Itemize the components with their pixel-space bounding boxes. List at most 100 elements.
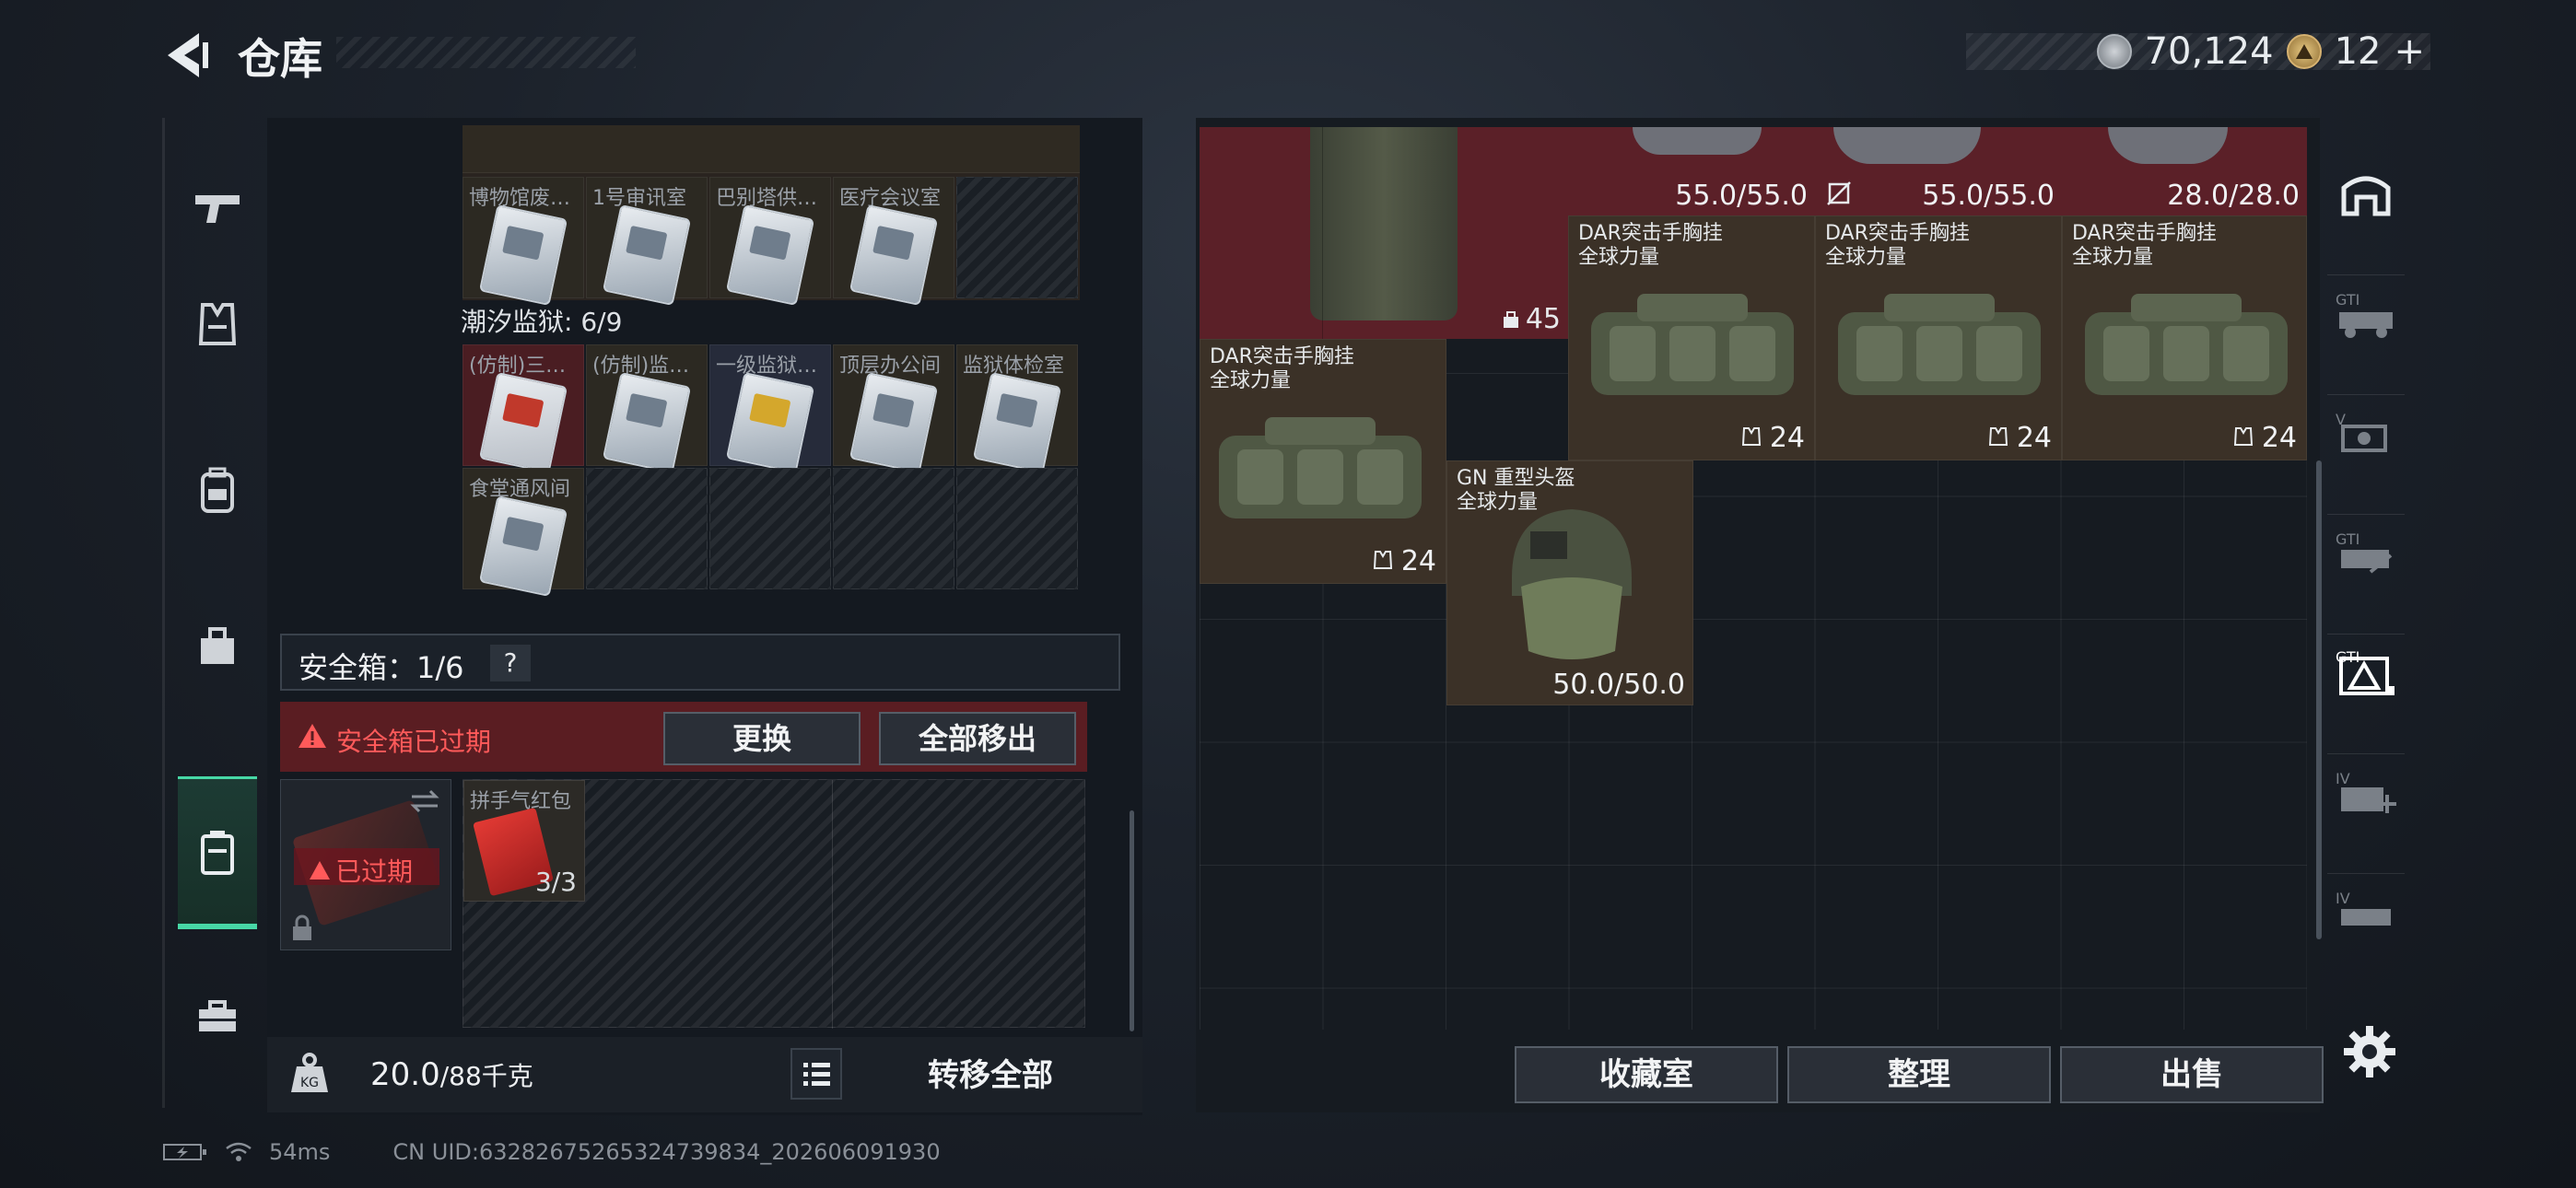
card-label: 监狱体检室	[963, 355, 1065, 378]
page-title: 仓库	[238, 34, 322, 84]
nav-storage-7[interactable]: IV	[2327, 873, 2405, 950]
nav-storage-4[interactable]: GTI	[2327, 514, 2405, 591]
top-item-2[interactable]: 55.0/55.0	[1815, 127, 2062, 215]
helmet-icon	[1512, 509, 1632, 659]
keycard-slot[interactable]: 顶层办公间	[833, 344, 954, 474]
vest-small-icon	[2234, 427, 2254, 446]
move-all-out-button[interactable]: 全部移出	[879, 712, 1076, 765]
chest-rig-icon	[1591, 294, 1794, 395]
expired-badge-text: 已过期	[335, 856, 414, 887]
red-envelope-item[interactable]: 拼手气红包 3/3	[463, 780, 585, 902]
card-label: (仿制)监…	[592, 355, 690, 378]
nav-storage-5-active[interactable]: GTI	[2327, 634, 2405, 711]
coin-icon	[2096, 34, 2132, 69]
pistol-icon	[195, 195, 240, 223]
keycard-icon	[602, 371, 692, 474]
bag-small-icon	[1503, 310, 1518, 328]
triangle-coin-icon	[2286, 34, 2322, 69]
gn-heavy-helmet-item[interactable]: GN 重型头盔 全球力量 50.0/50.0	[1446, 460, 1693, 705]
right-scrollbar[interactable]	[2316, 460, 2322, 939]
svg-text:IV: IV	[2336, 770, 2350, 787]
clipped-row	[463, 125, 1080, 173]
arrange-button[interactable]: 整理	[1787, 1046, 2051, 1103]
ping-value: 54ms	[269, 1139, 331, 1165]
nav-home[interactable]	[2327, 155, 2405, 232]
weight-value: 20.0	[370, 1056, 440, 1093]
weight-capacity: /88千克	[439, 1061, 533, 1091]
keycard-slot[interactable]: 食堂通风间	[463, 468, 584, 598]
dar-chest-rig-item[interactable]: DAR突击手胸挂 全球力量 24	[2062, 215, 2307, 460]
safebox-item[interactable]: 已过期	[280, 779, 451, 950]
list-icon	[803, 1063, 830, 1086]
item-count: 24	[2234, 422, 2297, 454]
card-label: 食堂通风间	[469, 478, 571, 501]
add-currency-button[interactable]: +	[2394, 30, 2425, 73]
card-label: 顶层办公间	[839, 355, 942, 378]
item-durability: 50.0/50.0	[1552, 669, 1685, 701]
keycard-slot[interactable]: (仿制)监…	[586, 344, 708, 474]
currency2-value: 12	[2334, 30, 2382, 73]
sell-button[interactable]: 出售	[2060, 1046, 2324, 1103]
keycard-slot[interactable]: 1号审讯室	[586, 177, 708, 307]
nav-toolbox[interactable]	[178, 969, 257, 1065]
help-button[interactable]: ?	[490, 645, 531, 681]
item-name: DAR突击手胸挂 全球力量	[1825, 222, 1970, 269]
item-name: DAR突击手胸挂 全球力量	[2072, 222, 2217, 269]
card-label: (仿制)三…	[469, 355, 567, 378]
vest-small-icon	[1742, 427, 1762, 446]
keycard-slot[interactable]: 博物馆废…	[463, 177, 584, 307]
card-label: 一级监狱…	[716, 355, 818, 378]
safebox-title: 安全箱：1/6	[299, 650, 464, 685]
no-trade-icon	[1826, 181, 1852, 210]
keycard-slot[interactable]: (仿制)三…	[463, 344, 584, 474]
empty-slot	[956, 468, 1078, 589]
nav-storage-6[interactable]: IV	[2327, 753, 2405, 831]
gti-cart-icon: GTI	[2336, 530, 2393, 574]
nav-storage-3[interactable]: V	[2327, 394, 2405, 472]
svg-text:GTI: GTI	[2336, 291, 2359, 309]
gold-keycard-icon	[725, 371, 815, 474]
toolbox-icon	[199, 1000, 236, 1031]
tactical-vest-item[interactable]: 45	[1200, 127, 1568, 339]
dar-chest-rig-item[interactable]: DAR突击手胸挂 全球力量 24	[1568, 215, 1815, 460]
keycard-slot[interactable]: 巴别塔供…	[709, 177, 831, 307]
dar-chest-rig-item[interactable]: DAR突击手胸挂 全球力量 24	[1815, 215, 2062, 460]
v-vehicle-icon: V	[2336, 411, 2387, 452]
dar-chest-rig-item[interactable]: DAR突击手胸挂 全球力量 24	[1200, 339, 1446, 584]
keycard-icon	[849, 371, 939, 474]
left-category-nav	[162, 118, 265, 1108]
iv-vehicle-icon: IV	[2336, 890, 2391, 926]
card-label: 巴别塔供…	[716, 187, 818, 210]
vest-count: 45	[1502, 303, 1561, 335]
keycard-slot[interactable]: 一级监狱…	[709, 344, 831, 474]
item-durability: 55.0/55.0	[1675, 180, 1808, 212]
list-view-button[interactable]	[790, 1048, 842, 1100]
red-keycard-icon	[478, 371, 568, 474]
card-label: 医疗会议室	[839, 187, 942, 210]
bag-icon	[201, 627, 234, 664]
iv-medical-icon: IV	[2336, 770, 2396, 813]
swap-icon[interactable]	[408, 787, 441, 819]
nav-bag[interactable]	[178, 597, 257, 693]
nav-weapons[interactable]	[178, 160, 257, 256]
title-decoration	[336, 37, 636, 68]
transfer-all-button[interactable]: 转移全部	[857, 1050, 1124, 1101]
settings-button[interactable]	[2340, 1022, 2399, 1081]
left-scrollbar[interactable]	[1130, 810, 1134, 1031]
replace-button[interactable]: 更换	[663, 712, 861, 765]
top-item-3[interactable]: 28.0/28.0	[2062, 127, 2307, 215]
item-icon	[2108, 127, 2228, 164]
top-item-1[interactable]: 55.0/55.0	[1568, 127, 1815, 215]
keycard-slot[interactable]: 医疗会议室	[833, 177, 954, 307]
nav-backpack[interactable]	[178, 442, 257, 538]
nav-armor[interactable]	[178, 276, 257, 372]
storage-row-2: (仿制)三… (仿制)监… 一级监狱… 顶层办公间 监狱体检室 食堂通风间	[463, 344, 1080, 598]
card-label: 博物馆废…	[469, 187, 571, 210]
collection-room-button[interactable]: 收藏室	[1515, 1046, 1778, 1103]
keycard-slot[interactable]: 监狱体检室	[956, 344, 1078, 474]
vest-divider	[1322, 127, 1446, 339]
svg-text:KG: KG	[300, 1076, 319, 1090]
back-button[interactable]	[162, 28, 227, 83]
nav-storage-2[interactable]: GTI	[2327, 274, 2405, 352]
nav-safebox[interactable]	[178, 776, 257, 929]
